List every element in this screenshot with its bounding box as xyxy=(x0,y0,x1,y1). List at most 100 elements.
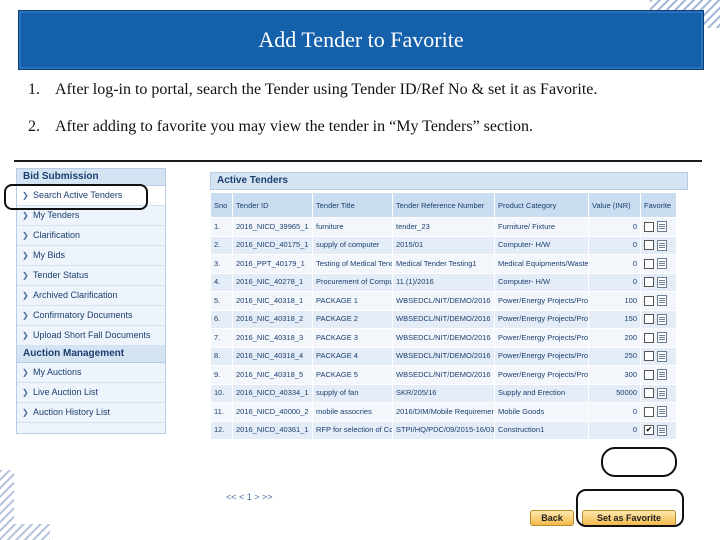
cell-product-category: Power/Energy Projects/Products xyxy=(494,309,589,329)
table-row: 4.2016_NIC_40278_1Procurement of Compute… xyxy=(210,272,677,292)
cell-value: 0 xyxy=(588,235,641,255)
favorite-checkbox[interactable] xyxy=(644,406,654,417)
cell-favorite xyxy=(640,217,677,237)
cell-tender-id: 2016_PPT_40179_1 xyxy=(232,254,313,274)
document-icon[interactable] xyxy=(657,406,667,418)
sidebar-item-label: Tender Status xyxy=(33,270,89,280)
cell-tender-title: PACKAGE 5 xyxy=(312,365,393,385)
document-icon[interactable] xyxy=(657,313,667,325)
cell-tender-title: RFP for selection of Companies under IBP… xyxy=(312,420,393,440)
cell-tender-id: 2016_NICD_40361_1 xyxy=(232,420,313,440)
cell-value: 250 xyxy=(588,346,641,366)
sidebar-item-label: Archived Clarification xyxy=(33,290,118,300)
table-row: 12. 2016_NICD_40361_1 RFP for selection of… xyxy=(210,420,677,440)
cell-favorite xyxy=(640,291,677,311)
favorite-checkbox[interactable] xyxy=(644,277,654,288)
favorite-checkbox[interactable] xyxy=(644,388,654,399)
cell-product-category: Construction1 xyxy=(494,420,589,440)
column-header-tender-id: Tender ID xyxy=(232,192,313,218)
column-header-product-category: Product Category xyxy=(494,192,589,218)
cell-favorite xyxy=(640,309,677,329)
sidebar-item-live-auction-list[interactable]: ❯ Live Auction List xyxy=(17,383,165,403)
cell-value: 0 xyxy=(588,402,641,422)
cell-reference-number: tender_23 xyxy=(392,217,495,237)
tenders-table: Sno Tender ID Tender Title Tender Refere… xyxy=(210,192,677,440)
step-number: 1. xyxy=(28,81,40,98)
column-header-reference-number: Tender Reference Number xyxy=(392,192,495,218)
cell-sno: 8. xyxy=(210,346,233,366)
favorite-checkbox[interactable] xyxy=(644,295,654,306)
cell-sno: 9. xyxy=(210,365,233,385)
cell-favorite xyxy=(640,365,677,385)
chevron-right-icon: ❯ xyxy=(22,271,29,280)
column-header-favorite: Favorite xyxy=(640,192,677,218)
cell-reference-number: Medical Tender Testing1 xyxy=(392,254,495,274)
favorite-checkbox[interactable] xyxy=(644,258,654,269)
instruction-steps: 1. After log-in to portal, search the Te… xyxy=(28,80,688,137)
document-icon[interactable] xyxy=(657,239,667,251)
cell-sno: 5. xyxy=(210,291,233,311)
table-row: 1. 2016_NICD_39965_1 furniture tender_23 Fur… xyxy=(210,217,677,237)
cell-value: 150 xyxy=(588,309,641,329)
cell-reference-number: STPI/HQ/PDC/09/2015-16/035 xyxy=(392,420,495,440)
cell-reference-number: 2015/01 xyxy=(392,235,495,255)
table-row: 6. 2016_NIC_40318_2 PACKAGE 2 WBSEDCL/NIT/D… xyxy=(210,309,677,329)
document-icon[interactable] xyxy=(657,295,667,307)
cell-reference-number: WBSEDCL/NIT/DEMO/2016 xyxy=(392,346,495,366)
cell-value: 0 xyxy=(588,254,641,274)
document-icon[interactable] xyxy=(657,350,667,362)
panel-title: Active Tenders xyxy=(210,172,688,190)
favorite-checkbox[interactable] xyxy=(644,240,654,251)
document-icon[interactable] xyxy=(657,387,667,399)
document-icon[interactable] xyxy=(657,332,667,344)
sidebar-item-auction-history-list[interactable]: ❯ Auction History List xyxy=(17,403,165,423)
cell-product-category: Power/Energy Projects/Products xyxy=(494,291,589,311)
sidebar-item-my-auctions[interactable]: ❯ My Auctions xyxy=(17,363,165,383)
cell-product-category: Medical Equipments/Waste xyxy=(494,254,589,274)
pagination[interactable]: << < 1 > >> xyxy=(226,492,273,502)
document-icon[interactable] xyxy=(657,221,667,233)
chevron-right-icon: ❯ xyxy=(22,408,29,417)
portal-screenshot: Bid Submission ❯ Search Active Tenders ❯ M… xyxy=(14,160,702,526)
sidebar-item-confirmatory-documents[interactable]: ❯ Confirmatory Documents xyxy=(17,306,165,326)
sidebar-item-upload-short-fall-documents[interactable]: ❯ Upload Short Fall Documents xyxy=(17,326,165,346)
sidebar-item-archived-clarification[interactable]: ❯ Archived Clarification xyxy=(17,286,165,306)
cell-reference-number: 11.(1)/2016 xyxy=(392,272,495,292)
cell-sno: 4. xyxy=(210,272,233,292)
cell-product-category: Power/Energy Projects/Products xyxy=(494,346,589,366)
chevron-right-icon: ❯ xyxy=(22,251,29,260)
document-icon[interactable] xyxy=(657,369,667,381)
cell-value: 200 xyxy=(588,328,641,348)
cell-tender-title: furniture xyxy=(312,217,393,237)
cell-value: 100 xyxy=(588,291,641,311)
favorite-checkbox[interactable] xyxy=(644,314,654,325)
chevron-right-icon: ❯ xyxy=(22,311,29,320)
sidebar-item-label: Upload Short Fall Documents xyxy=(33,330,151,340)
step-text: After log-in to portal, search the Tende… xyxy=(55,81,598,98)
sidebar-item-clarification[interactable]: ❯ Clarification xyxy=(17,226,165,246)
cell-sno: 12. xyxy=(210,420,233,440)
highlight-circle-set-favorite-button xyxy=(576,489,684,527)
favorite-checkbox[interactable]: ✔ xyxy=(644,425,654,436)
sidebar-header-auction-management: Auction Management xyxy=(17,346,165,363)
cell-tender-title: PACKAGE 3 xyxy=(312,328,393,348)
favorite-checkbox[interactable] xyxy=(644,221,654,232)
highlight-circle-search-menu xyxy=(4,184,148,210)
favorite-checkbox[interactable] xyxy=(644,351,654,362)
chevron-right-icon: ❯ xyxy=(22,331,29,340)
chevron-right-icon: ❯ xyxy=(22,388,29,397)
cell-reference-number: 2016/DIM/Mobile Requirement xyxy=(392,402,495,422)
back-button[interactable]: Back xyxy=(530,510,574,526)
chevron-right-icon: ❯ xyxy=(22,291,29,300)
document-icon[interactable] xyxy=(657,276,667,288)
sidebar-item-tender-status[interactable]: ❯ Tender Status xyxy=(17,266,165,286)
sidebar-item-label: Live Auction List xyxy=(33,387,99,397)
cell-tender-id: 2016_NIC_40318_4 xyxy=(232,346,313,366)
cell-value: 0 xyxy=(588,217,641,237)
sidebar-item-my-bids[interactable]: ❯ My Bids xyxy=(17,246,165,266)
cell-sno: 7. xyxy=(210,328,233,348)
favorite-checkbox[interactable] xyxy=(644,369,654,380)
document-icon[interactable] xyxy=(657,424,667,436)
favorite-checkbox[interactable] xyxy=(644,332,654,343)
document-icon[interactable] xyxy=(657,258,667,270)
